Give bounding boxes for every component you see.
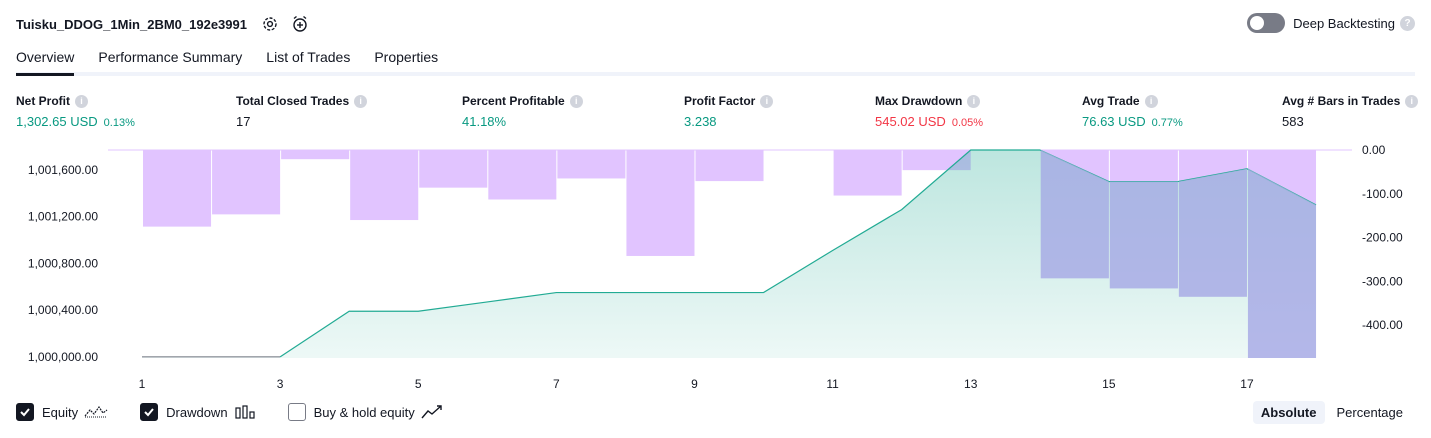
equity-drawdown-chart: 1 3 5 7 9 11 13 15 171,000,000.001,000,400.001,0… (28, 143, 1403, 391)
tab-list-of-trades[interactable]: List of Trades (266, 44, 350, 72)
y-left-tick-label: 1,000,800.00 (28, 256, 98, 270)
legend-drawdown-label: Drawdown (166, 404, 228, 420)
info-icon[interactable]: i (354, 94, 368, 108)
info-icon[interactable]: i (569, 94, 583, 108)
value-mode-switch: Absolute Percentage (1249, 401, 1411, 424)
x-tick-label: 15 (1102, 377, 1116, 391)
gear-icon[interactable] (259, 13, 281, 35)
x-tick-label: 3 (277, 377, 284, 391)
info-icon[interactable]: i (75, 94, 88, 108)
y-right-tick-label: -100.00 (1362, 187, 1403, 201)
stat-value: 3.238 (684, 114, 717, 129)
legend-equity[interactable]: Equity (16, 403, 108, 421)
drawdown-bar (281, 150, 350, 160)
x-tick-label: 17 (1240, 377, 1254, 391)
x-tick-label: 5 (415, 377, 422, 391)
drawdown-bar (488, 150, 557, 200)
drawdown-overlap (1178, 168, 1247, 297)
stat-value: 1,302.65 USD (16, 114, 98, 129)
bar-chart-icon (234, 404, 256, 420)
deep-backtesting-control: Deep Backtesting ? (1247, 13, 1415, 33)
drawdown-checkbox[interactable] (140, 403, 159, 421)
help-icon[interactable]: ? (1400, 15, 1415, 31)
report-tabs: Overview Performance Summary List of Tra… (16, 44, 1415, 76)
stat-value: 583 (1282, 114, 1304, 129)
drawdown-bar (212, 150, 281, 215)
stat-label: Avg Trade (1082, 94, 1140, 108)
y-right-tick-label: -300.00 (1362, 274, 1403, 288)
info-icon[interactable]: i (967, 94, 981, 108)
x-tick-label: 7 (553, 377, 560, 391)
buy-hold-checkbox[interactable] (287, 403, 306, 421)
drawdown-bar (350, 150, 419, 221)
trend-line-icon (421, 404, 445, 420)
legend-equity-label: Equity (42, 404, 79, 420)
legend-drawdown[interactable]: Drawdown (140, 403, 255, 421)
stat-value: 76.63 USD (1082, 114, 1146, 129)
x-tick-label: 1 (139, 377, 146, 391)
tab-performance-summary[interactable]: Performance Summary (98, 44, 242, 72)
y-left-tick-label: 1,000,000.00 (28, 350, 98, 364)
stat-net-profit: Net Profit i 1,302.65 USD 0.13% (16, 93, 135, 130)
x-tick-label: 13 (964, 377, 978, 391)
tab-properties[interactable]: Properties (374, 44, 438, 72)
drawdown-bar (143, 150, 212, 227)
percentage-button[interactable]: Percentage (1329, 401, 1412, 424)
stat-label: Net Profit (16, 94, 70, 108)
legend-buy-hold-label: Buy & hold equity (313, 404, 415, 420)
equity-line-icon (84, 404, 108, 420)
stat-label: Max Drawdown (875, 94, 963, 108)
stat-value: 545.02 USD (875, 114, 946, 129)
y-right-tick-label: 0.00 (1362, 143, 1386, 157)
stat-percent-profitable: Percent Profitable i 41.18% (462, 93, 583, 130)
stat-label: Profit Factor (684, 94, 756, 108)
tab-overview[interactable]: Overview (16, 44, 75, 76)
stat-value: 41.18% (462, 114, 507, 129)
drawdown-bar (419, 150, 488, 188)
stat-percent: 0.13% (103, 117, 135, 129)
y-left-tick-label: 1,001,200.00 (28, 210, 98, 224)
stat-total-closed-trades: Total Closed Trades i 17 (236, 93, 368, 130)
x-tick-label: 11 (826, 377, 839, 391)
info-icon[interactable]: i (1405, 94, 1419, 108)
stat-label: Avg # Bars in Trades (1282, 94, 1401, 108)
drawdown-bar (833, 150, 902, 196)
toggle-knob (1250, 16, 1265, 30)
stat-percent: 0.05% (951, 117, 984, 129)
drawdown-overlap (1109, 181, 1178, 289)
drawdown-bar (626, 150, 695, 256)
x-tick-label: 9 (691, 377, 698, 391)
legend-buy-hold[interactable]: Buy & hold equity (287, 403, 445, 421)
stat-avg-trade: Avg Trade i 76.63 USD 0.77% (1082, 93, 1183, 130)
absolute-button[interactable]: Absolute (1252, 401, 1325, 424)
stat-label: Total Closed Trades (236, 94, 350, 108)
y-right-tick-label: -400.00 (1362, 318, 1403, 332)
y-left-tick-label: 1,001,600.00 (28, 163, 98, 177)
stat-profit-factor: Profit Factor i 3.238 (684, 93, 774, 130)
strategy-header: Tuisku_DDOG_1Min_2BM0_192e3991 (16, 12, 319, 36)
info-icon[interactable]: i (1144, 94, 1158, 108)
equity-checkbox[interactable] (16, 403, 34, 421)
deep-backtesting-toggle[interactable] (1247, 13, 1286, 33)
add-alarm-icon[interactable] (289, 13, 311, 35)
stat-avg-bars: Avg # Bars in Trades i 583 (1282, 93, 1419, 130)
stat-percent: 0.77% (1151, 117, 1183, 129)
y-left-tick-label: 1,000,400.00 (28, 303, 98, 317)
info-icon[interactable]: i (760, 94, 774, 108)
drawdown-bar (695, 150, 764, 182)
drawdown-bar (557, 150, 626, 179)
strategy-name: Tuisku_DDOG_1Min_2BM0_192e3991 (16, 16, 247, 32)
stat-value: 17 (236, 114, 251, 129)
deep-backtesting-label: Deep Backtesting (1293, 15, 1395, 31)
chart-legend: Equity Drawdown Buy & hold equity (16, 403, 477, 421)
stat-label: Percent Profitable (462, 94, 565, 108)
stat-max-drawdown: Max Drawdown i 545.02 USD 0.05% (875, 93, 983, 130)
y-right-tick-label: -200.00 (1362, 231, 1403, 245)
